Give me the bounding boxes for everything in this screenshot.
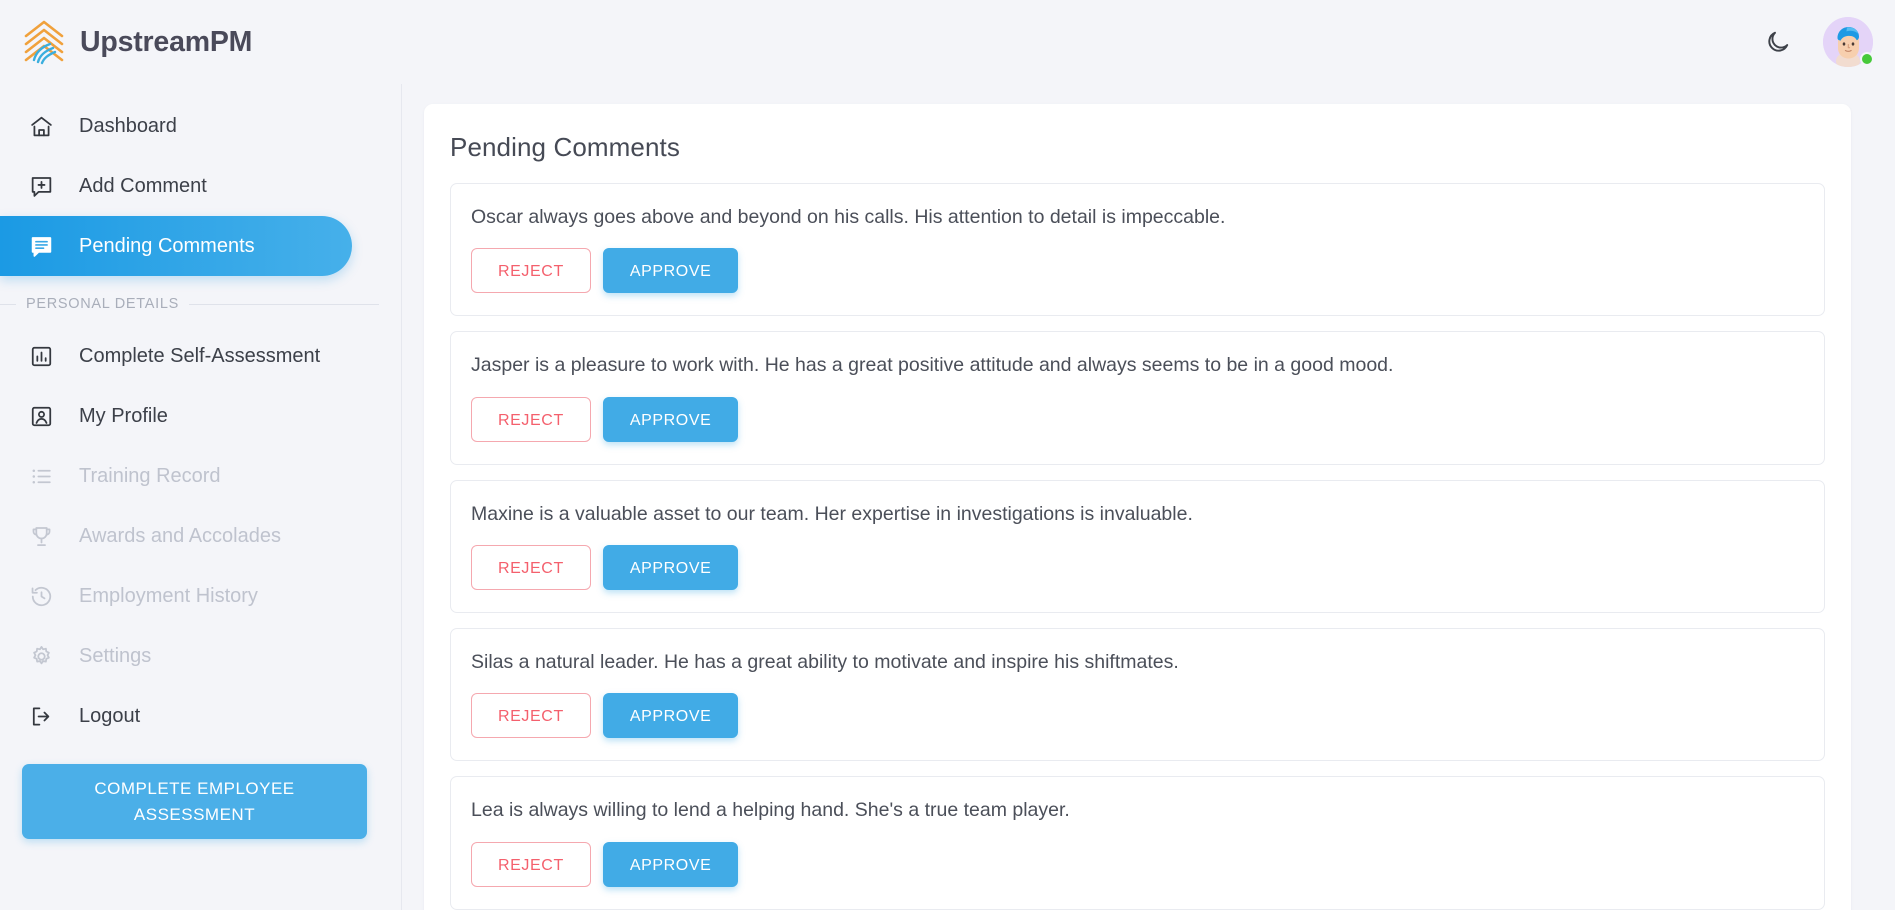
sidebar-item-dashboard[interactable]: Dashboard (0, 96, 401, 156)
sidebar-item-settings[interactable]: Settings (0, 626, 401, 686)
sidebar: Dashboard Add Comment Pending Comments P… (0, 84, 402, 910)
sidebar-item-employment-history[interactable]: Employment History (0, 566, 401, 626)
app-root: UpstreamPM Dashboard Add Comment Pending… (0, 0, 1895, 910)
approve-button[interactable]: APPROVE (602, 841, 739, 887)
comment-card: Jasper is a pleasure to work with. He ha… (450, 331, 1825, 465)
sidebar-item-label: Dashboard (79, 114, 177, 137)
sidebar-item-logout[interactable]: Logout (0, 686, 401, 746)
comment-list: Oscar always goes above and beyond on hi… (450, 183, 1825, 910)
add-comment-icon (28, 173, 55, 200)
approve-button[interactable]: APPROVE (602, 248, 739, 294)
comment-text: Maxine is a valuable asset to our team. … (471, 502, 1193, 525)
comment-text: Oscar always goes above and beyond on hi… (471, 206, 1226, 228)
divider-rule-right (189, 303, 379, 305)
sidebar-item-label: Logout (79, 704, 141, 727)
reject-button[interactable]: REJECT (471, 396, 591, 442)
comment-actions: REJECT APPROVE (471, 693, 1804, 739)
home-icon (28, 113, 55, 140)
sidebar-cta-wrap: COMPLETE EMPLOYEE ASSESSMENT (0, 746, 401, 839)
comment-text: Silas a natural leader. He has a great a… (471, 650, 1179, 673)
reject-button[interactable]: REJECT (471, 544, 591, 590)
sidebar-item-label: Training Record (79, 464, 221, 487)
sidebar-item-awards-and-accolades[interactable]: Awards and Accolades (0, 506, 401, 566)
sidebar-item-label: Employment History (79, 584, 258, 607)
gear-icon (28, 643, 55, 670)
approve-button[interactable]: APPROVE (602, 544, 739, 590)
sidebar-section-label: PERSONAL DETAILS (26, 296, 180, 312)
comment-card: Oscar always goes above and beyond on hi… (450, 183, 1825, 317)
brand-name: UpstreamPM (80, 25, 253, 58)
sidebar-item-label: Complete Self-Assessment (79, 344, 321, 367)
sidebar-item-add-comment[interactable]: Add Comment (0, 156, 401, 216)
sidebar-item-label: Settings (79, 644, 152, 667)
sidebar-item-training-record[interactable]: Training Record (0, 446, 401, 506)
comment-text: Jasper is a pleasure to work with. He ha… (471, 354, 1394, 377)
chevron-stack-wave-logo-icon (22, 19, 66, 65)
top-bar-actions (1763, 17, 1895, 67)
comment-text: Lea is always willing to lend a helping … (471, 799, 1070, 822)
top-bar: UpstreamPM (0, 0, 1895, 84)
comments-icon (28, 233, 55, 260)
avatar[interactable] (1823, 17, 1874, 67)
body: Dashboard Add Comment Pending Comments P… (0, 84, 1895, 910)
online-status-indicator (1860, 52, 1874, 66)
reject-button[interactable]: REJECT (471, 841, 591, 887)
reject-button[interactable]: REJECT (471, 248, 591, 294)
history-clock-icon (28, 583, 55, 610)
comment-actions: REJECT APPROVE (471, 841, 1804, 887)
list-icon (28, 463, 55, 490)
sidebar-item-pending-comments[interactable]: Pending Comments (0, 216, 352, 276)
comment-card: Lea is always willing to lend a helping … (450, 776, 1825, 910)
comment-card: Silas a natural leader. He has a great a… (450, 627, 1825, 762)
main-content: Pending Comments Oscar always goes above… (402, 84, 1895, 910)
sidebar-item-label: Pending Comments (79, 234, 255, 257)
profile-card-icon (28, 403, 55, 430)
divider-rule-left (0, 303, 16, 305)
sidebar-item-complete-self-assessment[interactable]: Complete Self-Assessment (0, 326, 401, 386)
comment-actions: REJECT APPROVE (471, 248, 1804, 294)
comment-actions: REJECT APPROVE (471, 544, 1804, 590)
trophy-icon (28, 523, 55, 550)
comment-actions: REJECT APPROVE (471, 396, 1804, 442)
logout-icon (28, 703, 55, 730)
comment-card: Maxine is a valuable asset to our team. … (450, 479, 1825, 613)
pending-comments-panel: Pending Comments Oscar always goes above… (424, 104, 1851, 910)
complete-employee-assessment-button[interactable]: COMPLETE EMPLOYEE ASSESSMENT (22, 764, 367, 839)
sidebar-item-label: Add Comment (79, 174, 207, 197)
brand[interactable]: UpstreamPM (0, 19, 402, 65)
sidebar-item-label: My Profile (79, 404, 168, 427)
reject-button[interactable]: REJECT (471, 693, 591, 739)
sidebar-item-label: Awards and Accolades (79, 524, 281, 547)
approve-button[interactable]: APPROVE (602, 396, 739, 442)
sidebar-item-my-profile[interactable]: My Profile (0, 386, 401, 446)
moon-icon[interactable] (1763, 27, 1793, 57)
sidebar-section-personal-details: PERSONAL DETAILS (0, 276, 379, 326)
bar-chart-icon (28, 343, 55, 370)
approve-button[interactable]: APPROVE (602, 693, 739, 739)
page-title: Pending Comments (450, 132, 680, 162)
